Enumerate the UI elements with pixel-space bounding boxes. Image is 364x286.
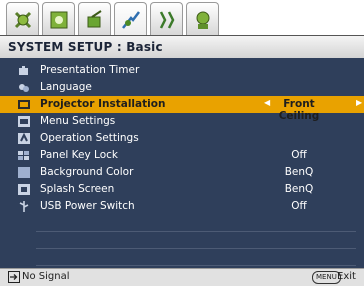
menu-item-label: Language (40, 81, 92, 93)
system-setup-basic-tab-icon (122, 11, 140, 29)
projector-icon (18, 100, 30, 109)
picture-tab-icon (14, 11, 32, 29)
empty-row (36, 215, 356, 232)
usb-icon (19, 201, 29, 212)
lock-icon (18, 151, 29, 160)
splash-screen-icon (18, 184, 30, 195)
menu-settings-icon (18, 116, 30, 127)
input-source-icon (8, 271, 20, 283)
menu-item-projector-installation[interactable]: Projector Installation ◀ Front Ceiling ▶ (0, 96, 364, 122)
system-setup-advanced-tab-icon (159, 11, 175, 29)
menu-item-menu-settings[interactable]: Menu Settings (0, 113, 364, 130)
empty-row (36, 232, 356, 249)
page-title-bar: SYSTEM SETUP : Basic (0, 36, 364, 58)
signal-status: No Signal (22, 271, 70, 282)
empty-row (36, 249, 356, 266)
menu-item-language[interactable]: Language (0, 79, 364, 96)
information-tab-icon (196, 11, 210, 29)
page-title: SYSTEM SETUP : Basic (8, 40, 163, 54)
settings-panel: SYSTEM SETUP : Basic Presentation Timer … (0, 35, 364, 286)
menu-item-panel-key-lock[interactable]: Panel Key Lock Off (0, 147, 364, 164)
menu-item-label: Operation Settings (40, 132, 139, 144)
tab-information[interactable] (186, 2, 219, 35)
language-icon (19, 84, 29, 92)
tab-system-setup-advanced[interactable] (150, 2, 183, 35)
menu-item-value: Off (291, 200, 307, 212)
menu-item-value: Off (291, 149, 307, 161)
arrow-right-icon[interactable]: ▶ (356, 98, 362, 107)
background-color-icon (18, 167, 30, 178)
menu-item-label: Projector Installation (40, 98, 166, 110)
menu-item-label: Splash Screen (40, 183, 115, 195)
menu-item-label: Menu Settings (40, 115, 116, 127)
menu-item-splash-screen[interactable]: Splash Screen BenQ (0, 181, 364, 198)
menu-item-presentation-timer[interactable]: Presentation Timer (0, 62, 364, 79)
menu-item-operation-settings[interactable]: Operation Settings (0, 130, 364, 147)
menu-tab-bar (0, 0, 364, 37)
status-bar: No Signal MENU Exit (0, 268, 364, 286)
operation-settings-icon (18, 133, 30, 144)
display-tab-icon (87, 10, 102, 28)
menu-item-label: Panel Key Lock (40, 149, 118, 161)
picture-advanced-tab-icon (50, 11, 68, 29)
tab-system-setup-basic[interactable] (114, 2, 147, 37)
menu-item-usb-power-switch[interactable]: USB Power Switch Off (0, 198, 364, 215)
menu-item-value: BenQ (284, 166, 314, 178)
menu-item-background-color[interactable]: Background Color BenQ (0, 164, 364, 181)
tab-picture-advanced[interactable] (42, 2, 75, 35)
menu-item-label: Background Color (40, 166, 134, 178)
menu-item-value: BenQ (284, 183, 314, 195)
tab-display[interactable] (78, 2, 111, 35)
settings-menu-list: Presentation Timer Language Projector In… (0, 62, 364, 266)
menu-item-label: USB Power Switch (40, 200, 135, 212)
menu-item-label: Presentation Timer (40, 64, 140, 76)
timer-icon (19, 66, 28, 75)
exit-label[interactable]: Exit (337, 271, 356, 282)
tab-picture[interactable] (6, 2, 39, 35)
